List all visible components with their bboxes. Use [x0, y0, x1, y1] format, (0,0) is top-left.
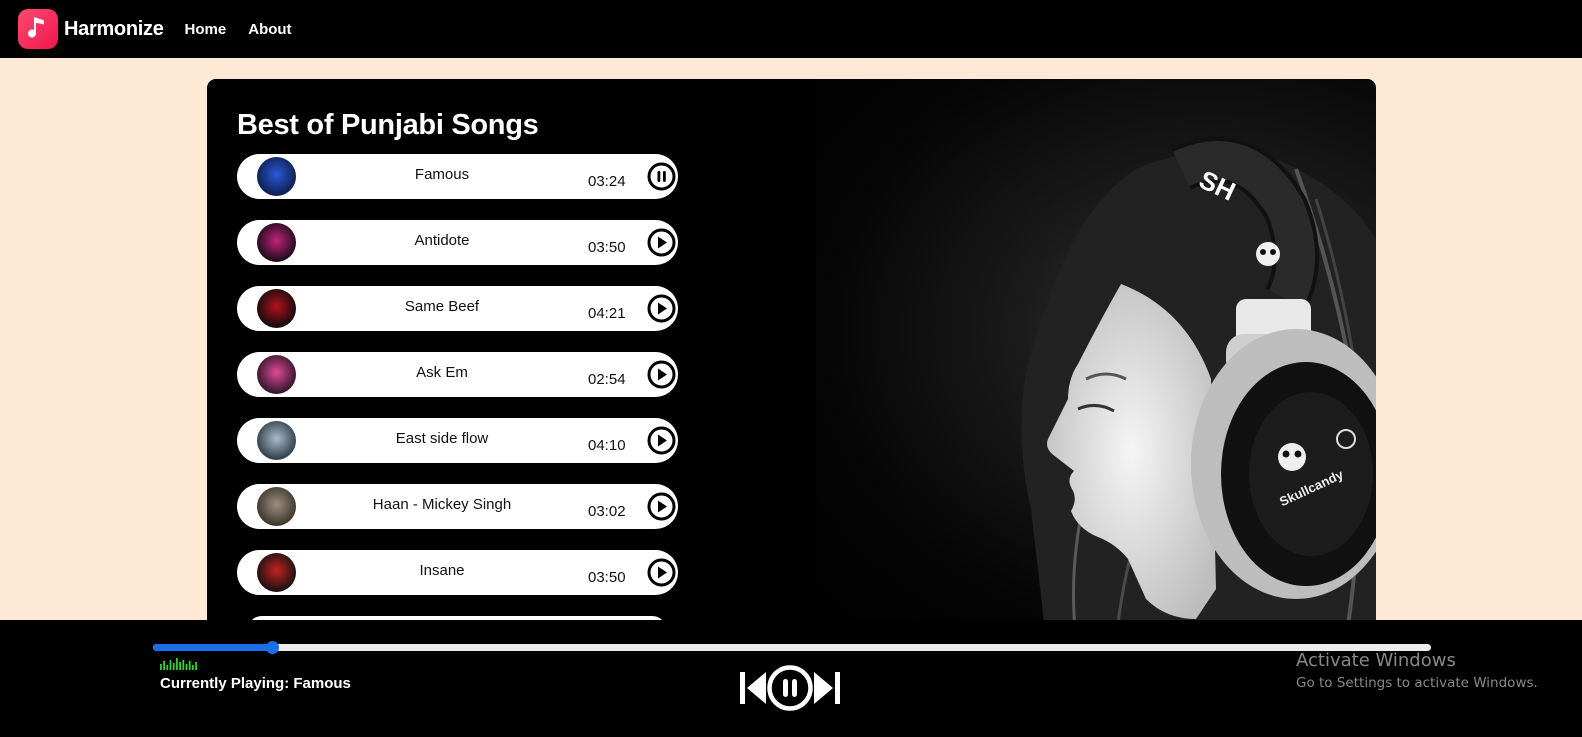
song-duration: 03:24 — [588, 173, 626, 190]
pause-circle-icon[interactable] — [647, 162, 676, 191]
album-cover-icon — [257, 421, 296, 460]
play-circle-icon[interactable] — [647, 426, 676, 455]
song-duration: 02:54 — [588, 371, 626, 388]
nav-link-about[interactable]: About — [248, 21, 291, 38]
album-cover-icon — [257, 289, 296, 328]
progress-fill — [153, 644, 272, 651]
song-item[interactable]: Antidote 03:50 — [237, 220, 678, 265]
album-cover-icon — [257, 157, 296, 196]
player-bar: Currently Playing: Famous Activate Windo… — [0, 620, 1582, 737]
activate-windows-subtitle: Go to Settings to activate Windows. — [1296, 675, 1538, 691]
song-item[interactable]: Famous 03:24 — [237, 154, 678, 199]
pause-circle-icon[interactable] — [767, 665, 813, 711]
playback-controls — [738, 665, 848, 711]
page-title: Best of Punjabi Songs — [237, 109, 539, 141]
song-duration: 03:50 — [588, 569, 626, 586]
song-duration: 03:02 — [588, 503, 626, 520]
progress-thumb[interactable] — [265, 641, 279, 654]
album-cover-icon — [257, 355, 296, 394]
song-duration: 03:50 — [588, 239, 626, 256]
currently-playing-label: Currently Playing: Famous — [160, 675, 351, 692]
skip-previous-icon[interactable] — [738, 670, 768, 706]
equalizer-icon — [160, 658, 197, 670]
song-item[interactable]: East side flow 04:10 — [237, 418, 678, 463]
music-note-icon[interactable] — [18, 9, 58, 49]
song-item[interactable]: Haan - Mickey Singh 03:02 — [237, 484, 678, 529]
album-cover-icon — [257, 553, 296, 592]
play-circle-icon[interactable] — [647, 294, 676, 323]
song-name: Famous — [414, 166, 470, 183]
song-duration: 04:10 — [588, 437, 626, 454]
song-name: Same Beef — [404, 298, 480, 315]
song-name: Antidote — [414, 232, 470, 249]
progress-bar[interactable] — [153, 641, 1431, 654]
song-item[interactable]: Ask Em 02:54 — [237, 352, 678, 397]
headphones-hero-image: SH Skullcandy — [816, 79, 1376, 639]
play-circle-icon[interactable] — [647, 228, 676, 257]
play-circle-icon[interactable] — [647, 492, 676, 521]
song-duration: 04:21 — [588, 305, 626, 322]
song-name: Haan - Mickey Singh — [372, 496, 512, 513]
song-name: East side flow — [395, 430, 489, 447]
album-cover-icon — [257, 223, 296, 262]
activate-windows-title: Activate Windows — [1296, 650, 1456, 671]
song-panel: SH Skullcandy Best of Punjabi Songs Famo… — [207, 79, 1376, 639]
play-circle-icon[interactable] — [647, 558, 676, 587]
song-name: Insane — [419, 562, 465, 579]
song-item[interactable]: Insane 03:50 — [237, 550, 678, 595]
play-circle-icon[interactable] — [647, 360, 676, 389]
nav-link-home[interactable]: Home — [185, 21, 227, 38]
album-cover-icon — [257, 487, 296, 526]
brand-name[interactable]: Harmonize — [64, 18, 164, 41]
song-name: Ask Em — [416, 364, 468, 381]
song-item[interactable]: Same Beef 04:21 — [237, 286, 678, 331]
navbar: Harmonize Home About — [0, 0, 1582, 58]
skip-next-icon[interactable] — [812, 670, 842, 706]
